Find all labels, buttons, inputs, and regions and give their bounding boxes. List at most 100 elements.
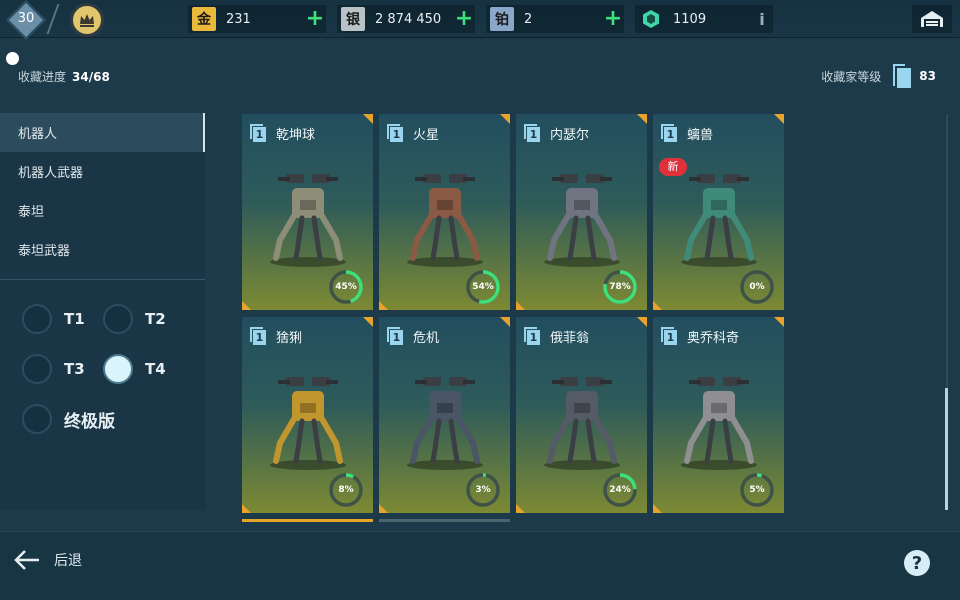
- category-titans[interactable]: 泰坦: [0, 191, 205, 230]
- scrollbar-thumb[interactable]: [945, 388, 948, 510]
- currency-silver: 银 2 874 450 +: [337, 5, 475, 33]
- tier-label: T3: [64, 360, 85, 378]
- card-tier-number: 1: [527, 127, 540, 142]
- card-header: 1 内瑟尔: [516, 114, 647, 152]
- collection-progress-value: 34/68: [72, 70, 110, 84]
- key-hexagon-icon: [639, 7, 663, 31]
- card-tier-icon: 1: [661, 124, 677, 142]
- add-silver-button[interactable]: +: [453, 8, 475, 30]
- collection-percent: 3%: [475, 485, 491, 495]
- tier-radio[interactable]: [22, 304, 52, 334]
- robot-name: 危机: [413, 330, 440, 346]
- tier-radio[interactable]: [103, 354, 133, 384]
- robot-card[interactable]: 1 火星 54%: [379, 114, 510, 310]
- card-header: 1 危机: [379, 317, 510, 355]
- league-rank-icon[interactable]: [70, 3, 104, 37]
- collection-percent: 45%: [335, 282, 357, 292]
- add-gold-button[interactable]: +: [304, 8, 326, 30]
- status-dot: [6, 52, 19, 65]
- card-tier-number: 1: [253, 330, 266, 345]
- tier-filter-t2[interactable]: T2: [103, 304, 166, 334]
- card-tier-number: 1: [664, 127, 677, 142]
- back-label: 后退: [54, 553, 82, 569]
- collection-percent: 78%: [609, 282, 631, 292]
- robot-card[interactable]: 1 螭兽 新 0%: [653, 114, 784, 310]
- tier-label: T4: [145, 360, 166, 378]
- robot-name: 乾坤球: [276, 127, 316, 143]
- robot-name: 猞猁: [276, 330, 303, 346]
- cards-icon: [893, 64, 912, 88]
- hangar-button[interactable]: [912, 5, 952, 33]
- add-platinum-button[interactable]: +: [602, 8, 624, 30]
- card-tier-icon: 1: [524, 327, 540, 345]
- robot-card[interactable]: 1 内瑟尔 78%: [516, 114, 647, 310]
- robot-card[interactable]: 1 奥乔科奇 5%: [653, 317, 784, 513]
- tier-label: T2: [145, 310, 166, 328]
- robot-image: [270, 174, 346, 267]
- robot-image: [544, 174, 620, 267]
- collection-percent: 8%: [338, 485, 354, 495]
- help-button[interactable]: ?: [904, 550, 930, 576]
- next-row-card-edge: [242, 519, 373, 522]
- card-tier-number: 1: [527, 330, 540, 345]
- category-titan-weapons[interactable]: 泰坦武器: [0, 230, 205, 269]
- tier-label: 终极版: [64, 411, 115, 432]
- card-tier-number: 1: [390, 330, 403, 345]
- back-button[interactable]: 后退: [14, 549, 82, 571]
- tier-radio[interactable]: [22, 404, 52, 434]
- category-robots[interactable]: 机器人: [0, 113, 205, 152]
- keys-info-button[interactable]: i: [751, 10, 773, 29]
- collector-level-label: 收藏家等级: [821, 69, 882, 84]
- card-tier-icon: 1: [387, 124, 403, 142]
- robot-card[interactable]: 1 俄菲翁 24%: [516, 317, 647, 513]
- bottom-bar: [0, 531, 960, 600]
- gold-value: 231: [226, 11, 251, 27]
- crown-icon: [80, 14, 94, 27]
- currency-keys: 1109 i: [635, 5, 773, 33]
- tier-label: T1: [64, 310, 85, 328]
- collection-percent: 54%: [472, 282, 494, 292]
- collection-percent: 5%: [749, 485, 765, 495]
- arrow-left-icon: [14, 550, 39, 570]
- currency-gold: 金 231 +: [188, 5, 326, 33]
- platinum-value: 2: [524, 11, 533, 27]
- collection-percent: 24%: [609, 485, 631, 495]
- tier-filter-t4[interactable]: T4: [103, 354, 166, 384]
- robot-card[interactable]: 1 危机 3%: [379, 317, 510, 513]
- gold-icon: 金: [192, 7, 216, 31]
- tier-radio[interactable]: [103, 304, 133, 334]
- platinum-icon: 铂: [490, 7, 514, 31]
- robot-name: 火星: [413, 127, 440, 143]
- card-tier-number: 1: [664, 330, 677, 345]
- robot-image: [407, 174, 483, 267]
- card-header: 1 奥乔科奇: [653, 317, 784, 355]
- next-row-card-edge: [379, 519, 510, 522]
- robot-name: 俄菲翁: [550, 330, 590, 346]
- robot-card[interactable]: 1 乾坤球 45%: [242, 114, 373, 310]
- card-header: 1 乾坤球: [242, 114, 373, 152]
- card-tier-icon: 1: [387, 327, 403, 345]
- currency-platinum: 铂 2 +: [486, 5, 624, 33]
- sidebar-divider: [0, 279, 205, 280]
- robot-image: [681, 377, 757, 470]
- top-bar: [0, 0, 960, 38]
- card-tier-icon: 1: [524, 124, 540, 142]
- card-header: 1 猞猁: [242, 317, 373, 355]
- tier-radio[interactable]: [22, 354, 52, 384]
- hangar-icon: [921, 11, 943, 27]
- card-tier-number: 1: [253, 127, 266, 142]
- silver-icon: 银: [341, 7, 365, 31]
- collector-level[interactable]: 收藏家等级 83: [821, 62, 936, 90]
- card-header: 1 火星: [379, 114, 510, 152]
- tier-filter-ultimate[interactable]: 终极版: [22, 404, 115, 434]
- robot-card[interactable]: 1 猞猁 8%: [242, 317, 373, 513]
- card-tier-icon: 1: [250, 327, 266, 345]
- robot-name: 内瑟尔: [550, 127, 590, 143]
- robot-image: [544, 377, 620, 470]
- category-robot-weapons[interactable]: 机器人武器: [0, 152, 205, 191]
- tier-filter-t1[interactable]: T1: [22, 304, 85, 334]
- player-level: 30: [17, 11, 35, 26]
- tier-filter-t3[interactable]: T3: [22, 354, 85, 384]
- silver-value: 2 874 450: [375, 11, 442, 27]
- card-tier-number: 1: [390, 127, 403, 142]
